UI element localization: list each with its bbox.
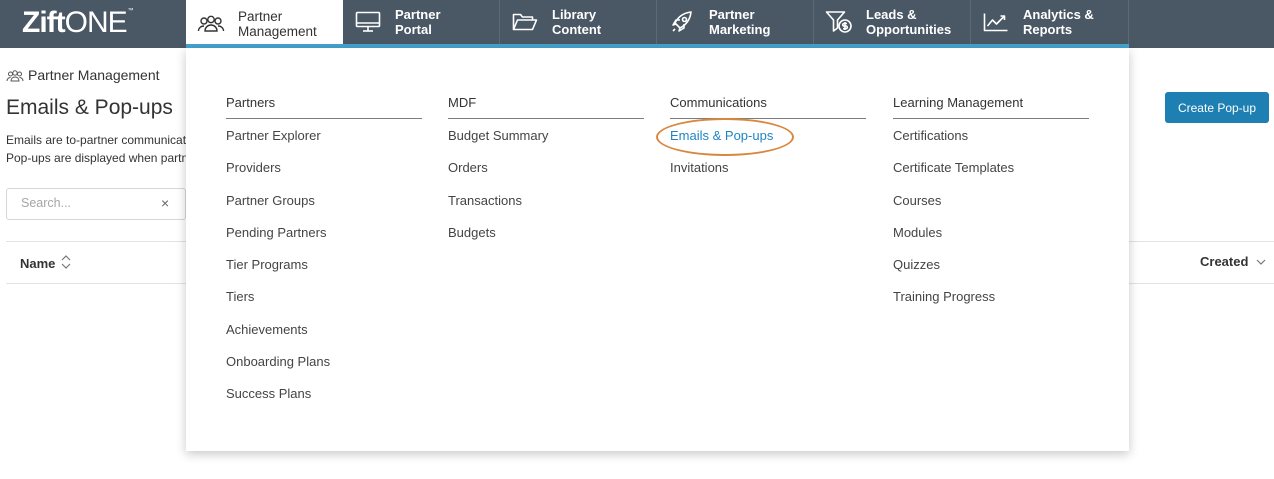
logo-trademark: ™ <box>127 8 134 14</box>
nav-label: Partner Management <box>238 9 317 39</box>
search-box: × <box>6 188 186 220</box>
menu-item-pending-partners[interactable]: Pending Partners <box>226 223 422 255</box>
column-header-created[interactable]: Created <box>1200 254 1266 269</box>
logo-text-bold: Zift <box>22 6 66 39</box>
menu-item-onboarding-plans[interactable]: Onboarding Plans <box>226 352 422 384</box>
menu-item-tiers[interactable]: Tiers <box>226 287 422 319</box>
nav-partner-management[interactable]: Partner Management <box>186 0 343 48</box>
folder-icon <box>510 9 540 35</box>
menu-item-emails-popups[interactable]: Emails & Pop-ups <box>670 126 866 158</box>
menu-item-quizzes[interactable]: Quizzes <box>893 255 1089 287</box>
top-navigation-bar: Zift ONE ™ Partner Management Partner Po… <box>0 0 1274 48</box>
menu-item-providers[interactable]: Providers <box>226 158 422 190</box>
menu-item-certificate-templates[interactable]: Certificate Templates <box>893 158 1089 190</box>
nav-partner-portal[interactable]: Partner Portal <box>343 0 500 44</box>
people-icon <box>196 11 226 37</box>
menu-item-transactions[interactable]: Transactions <box>448 191 644 223</box>
menu-item-orders[interactable]: Orders <box>448 158 644 190</box>
trend-chart-icon <box>981 9 1011 35</box>
menu-column-heading: Learning Management <box>893 95 1089 119</box>
search-input[interactable] <box>21 196 151 210</box>
partner-management-mega-menu: Partners Partner Explorer Providers Part… <box>186 48 1129 451</box>
menu-column-partners: Partners Partner Explorer Providers Part… <box>226 95 422 417</box>
nav-label: Partner Marketing <box>709 7 771 37</box>
menu-item-training-progress[interactable]: Training Progress <box>893 287 1089 319</box>
breadcrumb-label: Partner Management <box>28 67 160 83</box>
menu-item-budget-summary[interactable]: Budget Summary <box>448 126 644 158</box>
chevron-down-icon <box>1256 254 1266 269</box>
menu-column-communications: Communications Emails & Pop-ups Invitati… <box>670 95 866 191</box>
menu-item-invitations[interactable]: Invitations <box>670 158 866 190</box>
funnel-dollar-icon <box>824 9 854 35</box>
menu-item-budgets[interactable]: Budgets <box>448 223 644 255</box>
page-title: Emails & Pop-ups <box>6 96 173 119</box>
menu-column-learning-management: Learning Management Certifications Certi… <box>893 95 1089 320</box>
nav-label: Analytics & Reports <box>1023 7 1094 37</box>
menu-column-mdf: MDF Budget Summary Orders Transactions B… <box>448 95 644 255</box>
menu-item-achievements[interactable]: Achievements <box>226 320 422 352</box>
menu-item-partner-explorer[interactable]: Partner Explorer <box>226 126 422 158</box>
nav-analytics-reports[interactable]: Analytics & Reports <box>971 0 1129 44</box>
create-popup-button[interactable]: Create Pop-up <box>1165 92 1269 123</box>
nav-partner-marketing[interactable]: Partner Marketing <box>657 0 814 44</box>
menu-item-partner-groups[interactable]: Partner Groups <box>226 191 422 223</box>
column-header-name[interactable]: Name <box>20 254 71 273</box>
nav-label: Library Content <box>552 7 602 37</box>
logo-text-light: ONE <box>64 6 128 39</box>
menu-item-success-plans[interactable]: Success Plans <box>226 384 422 416</box>
monitor-icon <box>353 9 383 35</box>
column-header-label: Name <box>20 256 56 271</box>
description-line: Pop-ups are displayed when partners <box>6 151 186 165</box>
breadcrumb[interactable]: Partner Management <box>6 67 160 83</box>
nav-label: Leads & Opportunities <box>866 7 952 37</box>
nav-library-content[interactable]: Library Content <box>500 0 657 44</box>
menu-column-heading: Partners <box>226 95 422 119</box>
menu-item-certifications[interactable]: Certifications <box>893 126 1089 158</box>
menu-column-heading: Communications <box>670 95 866 119</box>
clear-search-icon[interactable]: × <box>161 195 169 211</box>
description-line: Emails are to-partner communications <box>6 133 186 147</box>
menu-item-courses[interactable]: Courses <box>893 191 1089 223</box>
nav-leads-opportunities[interactable]: Leads & Opportunities <box>814 0 971 44</box>
rocket-icon <box>667 9 697 35</box>
menu-item-tier-programs[interactable]: Tier Programs <box>226 255 422 287</box>
nav-label: Partner Portal <box>395 7 441 37</box>
ziftone-logo[interactable]: Zift ONE ™ <box>22 6 134 42</box>
menu-item-modules[interactable]: Modules <box>893 223 1089 255</box>
column-header-label: Created <box>1200 254 1249 269</box>
menu-column-heading: MDF <box>448 95 644 119</box>
sort-updown-icon <box>61 254 71 273</box>
page-description: Emails are to-partner communications Pop… <box>6 131 186 167</box>
people-icon <box>6 69 24 82</box>
